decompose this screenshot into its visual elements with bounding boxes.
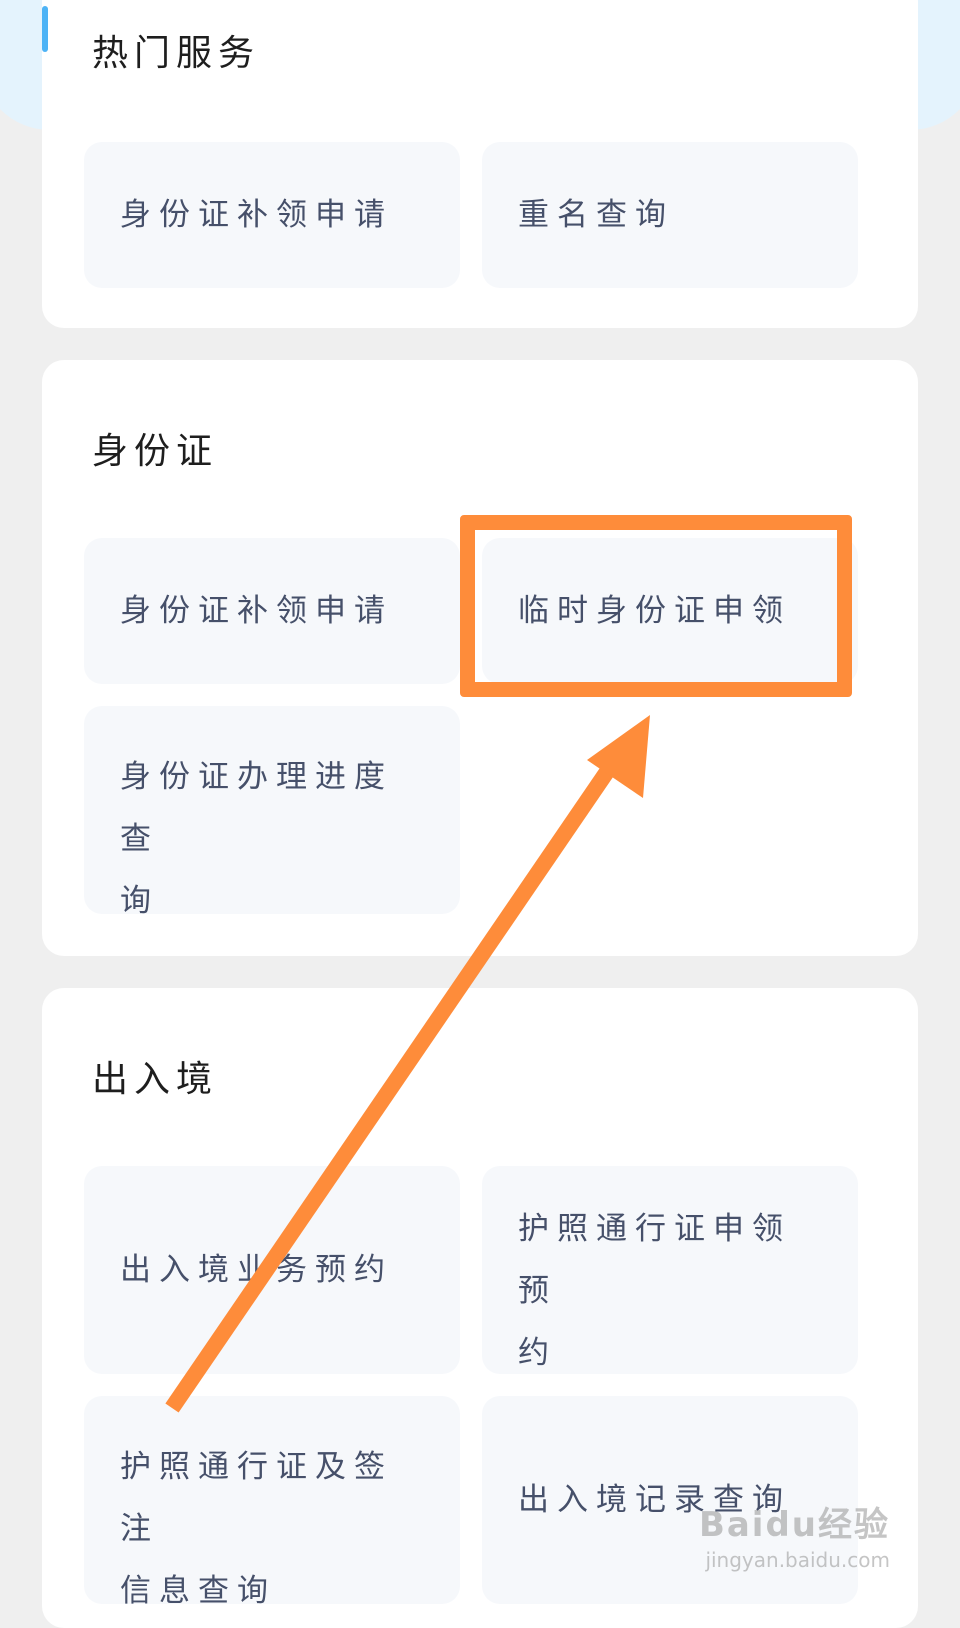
hot-services-title: 热门服务 — [92, 33, 261, 74]
id-card-section: 身份证 身份证补领申请 临时身份证申领 身份证办理进度查 询 — [42, 360, 918, 956]
service-tile-passport-visa-info-query[interactable]: 护照通行证及签注 信息查询 — [84, 1396, 460, 1609]
watermark-brand: Baidu经验 — [698, 1505, 890, 1545]
service-tile-temporary-id-card[interactable]: 临时身份证申领 — [482, 538, 858, 684]
service-tile-id-card-reissue[interactable]: 身份证补领申请 — [84, 142, 460, 288]
tile-label: 出入境业务预约 — [120, 1252, 393, 1288]
baidu-jingyan-watermark: Baidu经验 jingyan.baidu.com — [699, 1497, 890, 1572]
tile-label: 身份证办理进度查 询 — [120, 759, 393, 919]
service-tile-id-card-progress-query[interactable]: 身份证办理进度查 询 — [84, 706, 460, 919]
tile-label: 身份证补领申请 — [120, 197, 393, 233]
tile-label: 临时身份证申领 — [518, 593, 791, 629]
tile-label: 身份证补领申请 — [120, 593, 393, 629]
service-tile-exit-entry-appointment[interactable]: 出入境业务预约 — [84, 1166, 460, 1374]
tile-label: 护照通行证申领预 约 — [518, 1211, 791, 1371]
service-tile-passport-permit-appointment[interactable]: 护照通行证申领预 约 — [482, 1166, 858, 1374]
service-tile-id-card-reissue[interactable]: 身份证补领申请 — [84, 538, 460, 684]
service-tile-duplicate-name-query[interactable]: 重名查询 — [482, 142, 858, 288]
tile-label: 重名查询 — [518, 197, 674, 233]
hot-services-card: 热门服务 身份证补领申请 重名查询 — [42, 0, 918, 328]
id-card-section-title: 身份证 — [92, 431, 219, 472]
section-accent-bar — [42, 6, 48, 52]
exit-entry-section-title: 出入境 — [92, 1059, 219, 1100]
watermark-site: jingyan.baidu.com — [705, 1548, 890, 1572]
tile-label: 护照通行证及签注 信息查询 — [120, 1449, 393, 1609]
